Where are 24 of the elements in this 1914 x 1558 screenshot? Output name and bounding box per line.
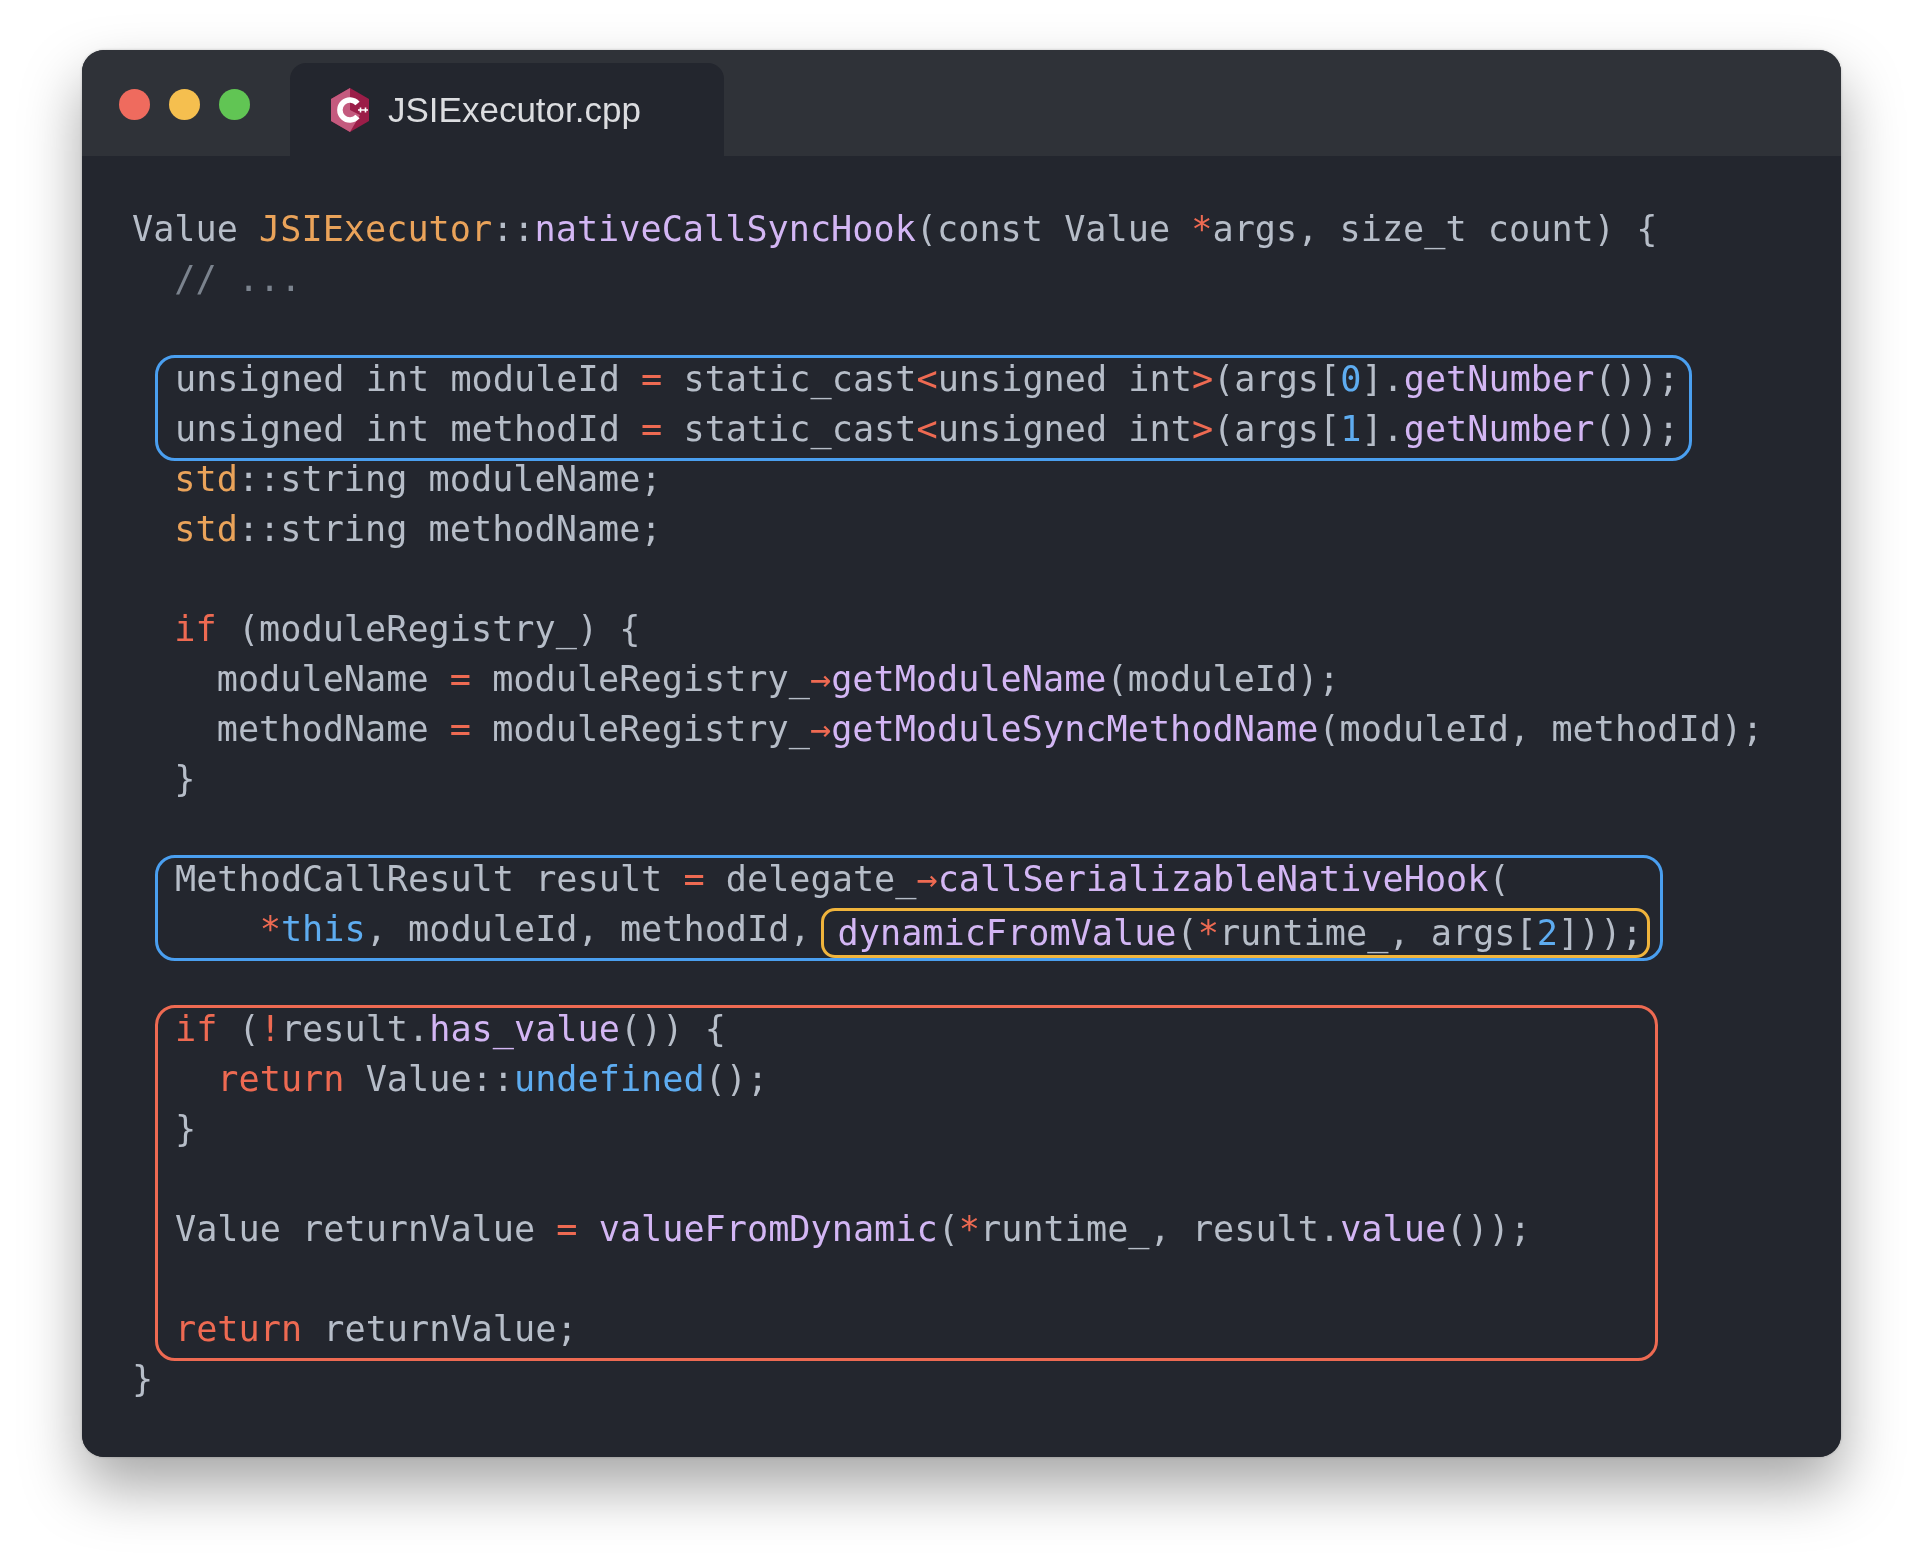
code-line: } [173,758,197,801]
file-tab[interactable]: JSIExecutor.cpp [290,63,724,156]
code-line: Value returnValue = valueFromDynamic(*runtime_, result.value()); [175,1208,1532,1252]
code-text: *this, moduleId, methodId, [258,908,811,949]
code-line: std::string moduleName; [173,458,663,501]
code-line: MethodCallResult result = delegate_→callSerializableNativeHook( [175,858,1511,902]
code-line: if (moduleRegistry_) { [173,608,642,652]
cpp-logo-icon [330,87,370,132]
code-line: methodName = moduleRegistry_→getModuleSyncMethodName(moduleId, methodId); [215,708,1765,752]
code-line: unsigned int moduleId = static_cast<unsigned int>(args[0].getNumber()); [175,358,1680,402]
code-line: moduleName = moduleRegistry_→getModuleName(moduleId); [215,658,1341,702]
code-line: } [175,1108,198,1151]
code-line: if (!result.has_value()) { [175,1008,727,1052]
minimize-button[interactable] [169,88,200,120]
code-line: Value JSIExecutor::nativeCallSyncHook(const Value *args, size_t count) { [132,208,1659,252]
zoom-button[interactable] [219,88,250,120]
code-line: return returnValue; [175,1308,579,1351]
code-line: return Value::undefined(); [216,1058,770,1101]
highlight-frame: dynamicFromValue(*runtime_, args[2])); [820,908,1650,958]
code-line: unsigned int methodId = static_cast<unsigned int>(args[1].getNumber()); [175,408,1680,452]
code-line: } [132,1358,155,1401]
close-button[interactable] [119,88,150,120]
code-line: std::string methodName; [173,508,663,551]
code-line: // ... [173,258,303,301]
